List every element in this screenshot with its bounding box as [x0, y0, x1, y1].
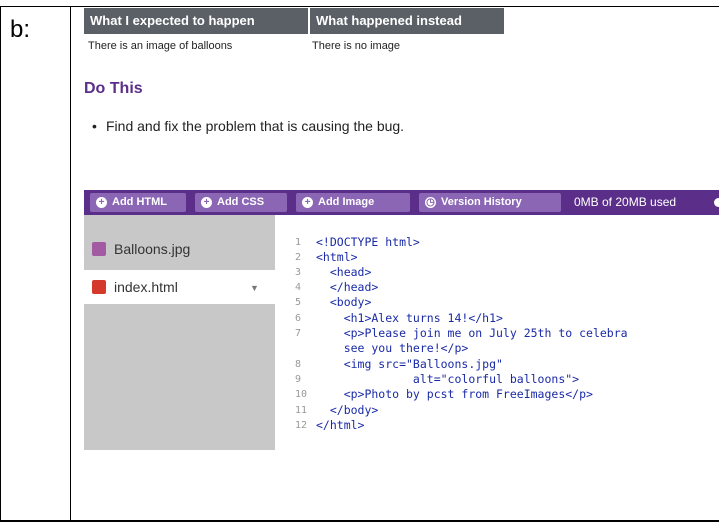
plus-circle-icon: +	[201, 197, 212, 208]
table-column-divider	[70, 6, 71, 522]
table-border-left	[0, 6, 1, 522]
plus-circle-icon: +	[96, 197, 107, 208]
answer-table: b: What I expected to happen What happen…	[0, 0, 719, 523]
editor-toolbar: + Add HTML + Add CSS + Add Image ◷ Version H…	[84, 190, 719, 215]
file-item-balloons[interactable]: Balloons.jpg	[84, 232, 275, 266]
expected-vs-actual-table: What I expected to happen What happened …	[84, 8, 504, 52]
do-this-item-text: Find and fix the problem that is causing…	[106, 118, 405, 134]
expected-value: There is an image of balloons	[88, 40, 233, 52]
clock-icon: ◷	[425, 197, 436, 208]
image-file-icon	[92, 242, 106, 256]
file-item-index[interactable]: index.html ▼	[84, 270, 275, 304]
add-html-button[interactable]: + Add HTML	[90, 193, 186, 212]
pencil-file-icon	[92, 280, 106, 294]
actual-header: What happened instead	[310, 8, 504, 34]
do-this-item: • Find and fix the problem that is causin…	[92, 118, 404, 134]
file-sidebar: Balloons.jpg index.html ▼	[84, 215, 275, 450]
add-image-button[interactable]: + Add Image	[296, 193, 410, 212]
chevron-down-icon[interactable]: ▼	[250, 283, 259, 293]
toolbar-overflow-icon[interactable]	[714, 198, 719, 207]
code-editor[interactable]: 1 <!DOCTYPE html> 2 <html> 3 <head> 4 </he…	[275, 215, 719, 450]
storage-usage: 0MB of 20MB used	[574, 195, 677, 209]
bullet-icon: •	[92, 118, 97, 134]
do-this-title: Do This	[84, 80, 143, 97]
actual-value: There is no image	[312, 40, 401, 52]
add-css-button[interactable]: + Add CSS	[195, 193, 287, 212]
plus-circle-icon: +	[302, 197, 313, 208]
expected-header: What I expected to happen	[84, 8, 308, 34]
file-name: Balloons.jpg	[114, 241, 191, 257]
version-history-button[interactable]: ◷ Version History	[419, 193, 561, 212]
file-name: index.html	[114, 279, 178, 295]
row-label: b:	[10, 16, 31, 43]
table-border-top	[0, 6, 719, 7]
table-border-bottom	[0, 520, 719, 522]
